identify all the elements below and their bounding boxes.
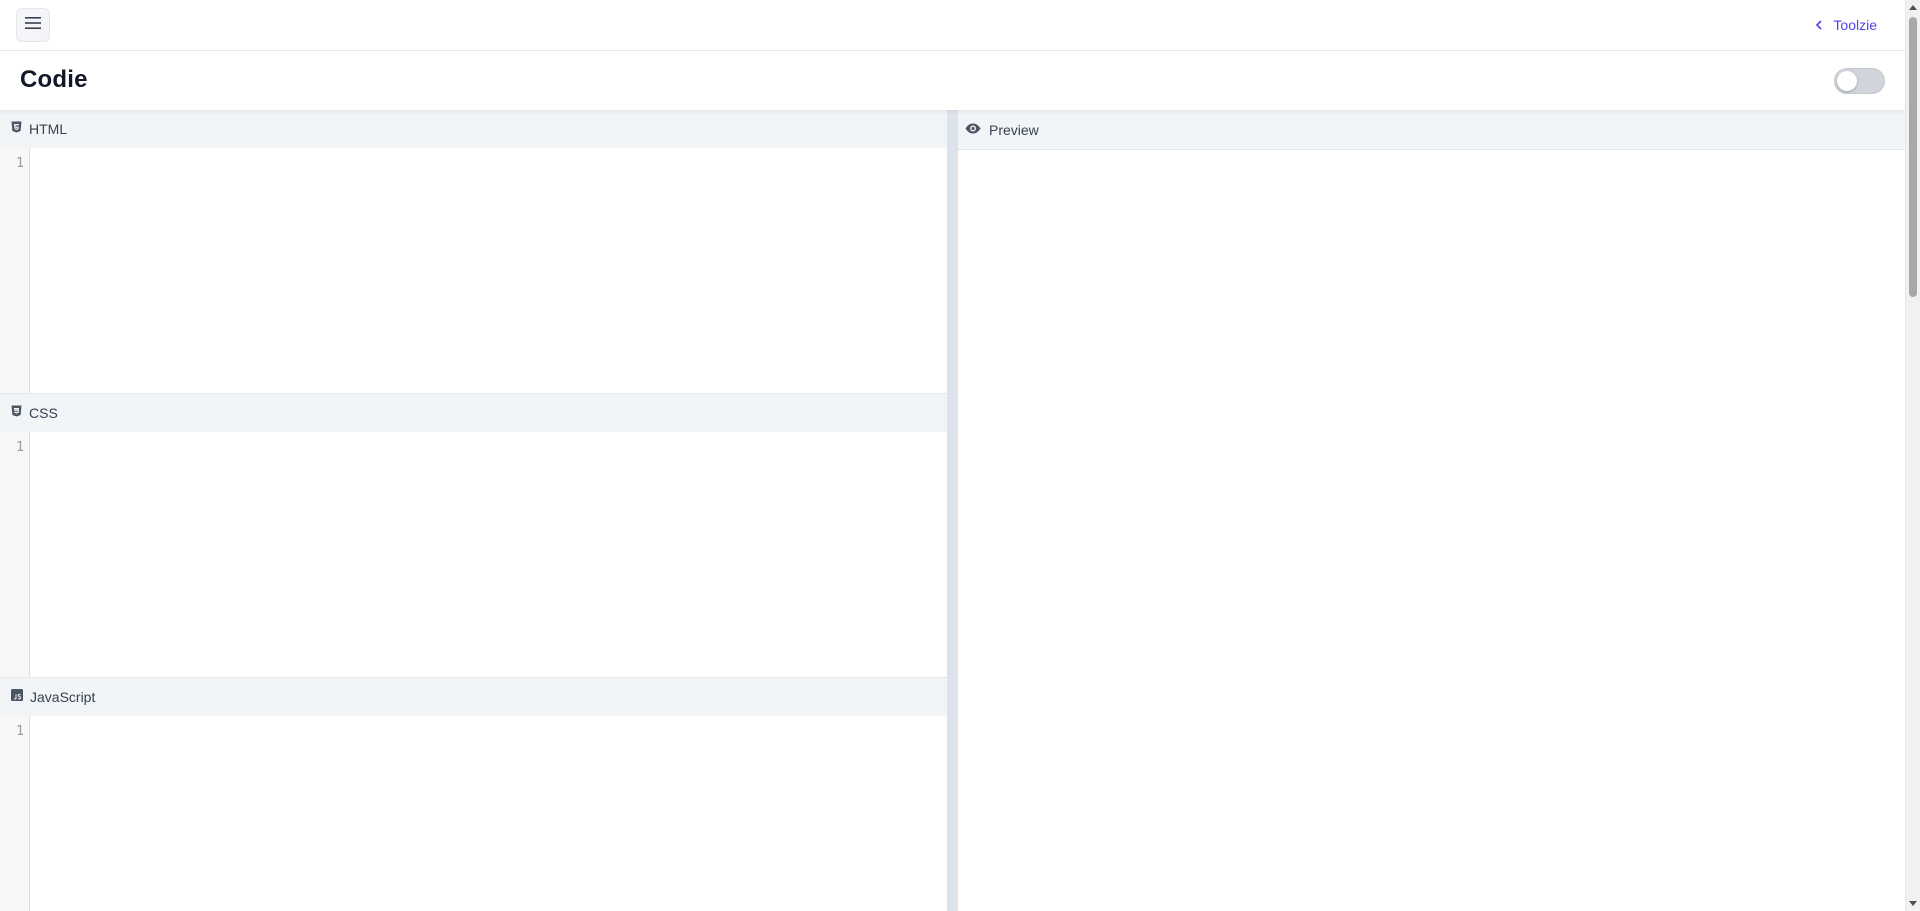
line-number: 1 <box>16 156 24 171</box>
css-code-editor[interactable] <box>30 432 947 677</box>
hamburger-icon <box>25 16 41 34</box>
css3-icon <box>11 404 22 422</box>
preview-frame[interactable] <box>958 150 1905 911</box>
scroll-up-icon[interactable] <box>1909 5 1917 10</box>
line-number: 1 <box>16 724 24 739</box>
css-pane-header: CSS <box>0 394 947 432</box>
html-code-editor[interactable] <box>30 148 947 393</box>
js-icon <box>11 688 23 706</box>
js-pane-header: JavaScript <box>0 678 947 716</box>
css-line-gutter: 1 <box>0 432 30 677</box>
menu-button[interactable] <box>16 8 50 42</box>
css-editor-pane: CSS 1 <box>0 394 947 678</box>
html-pane-label: HTML <box>29 121 68 137</box>
js-code-editor[interactable] <box>30 716 947 911</box>
editors-column: HTML 1 CSS 1 JavaScript 1 <box>0 110 947 911</box>
top-bar: Toolzie <box>0 0 1905 51</box>
pane-splitter[interactable] <box>947 110 958 911</box>
html-editor-pane: HTML 1 <box>0 110 947 394</box>
js-editor-pane: JavaScript 1 <box>0 678 947 911</box>
back-link-label: Toolzie <box>1833 17 1877 33</box>
scroll-down-icon[interactable] <box>1909 901 1917 906</box>
page-scrollbar[interactable] <box>1905 0 1920 911</box>
js-pane-label: JavaScript <box>30 689 96 705</box>
js-line-gutter: 1 <box>0 716 30 911</box>
preview-header: Preview <box>958 110 1905 150</box>
title-bar: Codie <box>0 51 1905 110</box>
html-line-gutter: 1 <box>0 148 30 393</box>
theme-toggle[interactable] <box>1834 68 1885 94</box>
back-link[interactable]: Toolzie <box>1815 14 1877 36</box>
chevron-left-icon <box>1815 17 1823 33</box>
html-pane-header: HTML <box>0 110 947 148</box>
html5-icon <box>11 120 22 138</box>
toggle-knob <box>1837 71 1857 91</box>
css-pane-label: CSS <box>29 405 58 421</box>
page-title: Codie <box>20 66 88 93</box>
eye-icon <box>965 121 981 139</box>
line-number: 1 <box>16 440 24 455</box>
workspace: HTML 1 CSS 1 JavaScript 1 Preview <box>0 110 1905 911</box>
preview-label: Preview <box>989 121 1039 138</box>
scroll-thumb[interactable] <box>1909 17 1917 297</box>
preview-pane: Preview <box>958 110 1905 911</box>
